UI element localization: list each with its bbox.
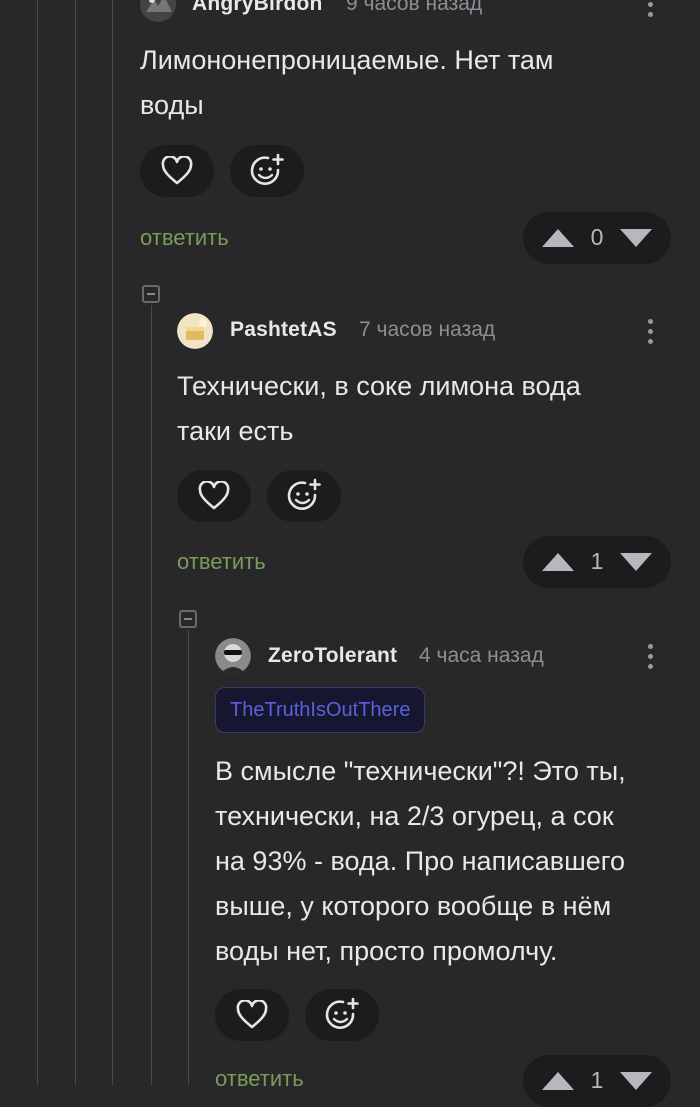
collapse-minus-icon[interactable] [179, 610, 197, 628]
heart-icon [161, 156, 193, 185]
react-button[interactable] [305, 989, 379, 1041]
vote-control: 1 [523, 1055, 671, 1107]
thread-line [112, 0, 113, 1085]
comment-time: 7 часов назад [359, 318, 496, 341]
comment-text-line: Технически, в соке лимона вода [177, 371, 581, 401]
vote-control: 0 [523, 212, 671, 264]
comment-author[interactable]: ZeroTolerant [268, 644, 397, 668]
comment-text-line: воды нет, просто промолчу. [215, 936, 558, 966]
comment-time: 4 часа назад [419, 644, 544, 667]
heart-icon [236, 1000, 268, 1029]
vote-control: 1 [523, 536, 671, 588]
thread-line [75, 0, 76, 1085]
thread-line [37, 0, 38, 1085]
user-badge[interactable]: TheTruthIsOutThere [215, 687, 426, 733]
emoji-add-icon [250, 153, 284, 185]
like-button[interactable] [177, 470, 251, 522]
thread-line [188, 630, 189, 1085]
react-button[interactable] [267, 470, 341, 522]
react-button[interactable] [230, 145, 304, 197]
comment-text-line: технически, на 2/3 огурец, а сок [215, 801, 614, 831]
comment-text-line: воды [140, 90, 204, 120]
reply-link[interactable]: ответить [177, 549, 266, 575]
avatar[interactable] [177, 313, 213, 349]
more-vertical-icon[interactable] [638, 313, 662, 349]
reply-link[interactable]: ответить [140, 225, 229, 251]
comment-time: 9 часов назад [346, 0, 483, 15]
reply-link[interactable]: ответить [215, 1066, 304, 1092]
thread-line [151, 305, 152, 1085]
like-button[interactable] [215, 989, 289, 1041]
comment-text: Технически, в соке лимона вода таки есть [177, 364, 677, 454]
comment-author[interactable]: AngryBirdon [192, 0, 323, 16]
emoji-add-icon [287, 478, 321, 510]
avatar[interactable] [215, 638, 251, 674]
comment-text-line: В смысле "технически"?! Это ты, [215, 756, 626, 786]
avatar[interactable] [140, 0, 176, 22]
more-vertical-icon[interactable] [638, 638, 662, 674]
emoji-add-icon [325, 997, 359, 1029]
triangle-down-icon[interactable] [619, 1071, 653, 1091]
triangle-down-icon[interactable] [619, 552, 653, 572]
heart-icon [198, 481, 230, 510]
comment-text-line: таки есть [177, 416, 294, 446]
like-button[interactable] [140, 145, 214, 197]
comment-text: В смысле "технически"?! Это ты, техничес… [215, 749, 695, 974]
more-vertical-icon[interactable] [638, 0, 662, 22]
comment-text-line: Лимононепроницаемые. Нет там [140, 45, 554, 75]
collapse-minus-icon[interactable] [142, 285, 160, 303]
comment-author[interactable]: PashtetAS [230, 318, 337, 342]
comment-text-line: на 93% - вода. Про написавшего [215, 846, 626, 876]
triangle-down-icon[interactable] [619, 228, 653, 248]
comment-text-line: выше, у которого вообще в нём [215, 891, 612, 921]
comment-text: Лимононепроницаемые. Нет там воды [140, 38, 640, 128]
